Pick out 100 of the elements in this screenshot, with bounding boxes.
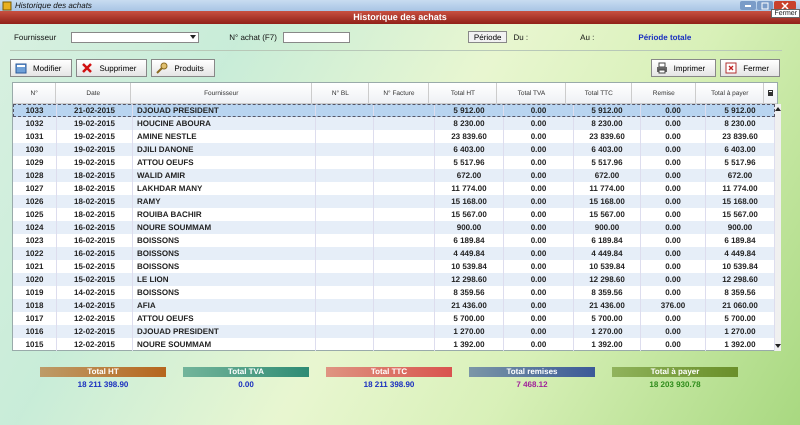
table-cell: 19-02-2015: [57, 117, 133, 130]
table-cell: LE LION: [133, 273, 316, 286]
table-cell: 16-02-2015: [57, 247, 133, 260]
table-row[interactable]: 1024 16-02-2015 NOURE SOUMMAM 900.00 0.00 900.00 0.00 900.00: [13, 221, 775, 234]
table-cell: 1022: [13, 247, 57, 260]
table-cell: 12 298.60: [435, 273, 504, 286]
table-cell: 0.00: [504, 169, 574, 182]
table-cell: 1016: [13, 325, 57, 338]
total-value: 18 203 930.78: [649, 380, 701, 389]
table-cell: 672.00: [435, 169, 504, 182]
table-cell: 21 436.00: [435, 299, 504, 312]
table-cell: 1030: [13, 143, 57, 156]
column-picker-icon: [767, 89, 774, 97]
supplier-label: Fournisseur: [14, 32, 56, 42]
table-cell: NOURE SOUMMAM: [133, 221, 316, 234]
table-row[interactable]: 1028 18-02-2015 WALID AMIR 672.00 0.00 672.00 0.00 672.00: [13, 169, 775, 182]
cross-icon: [725, 62, 738, 74]
table-cell: BOISSONS: [133, 247, 316, 260]
total-value: 7 468.12: [516, 380, 548, 389]
maximize-icon: [761, 2, 769, 10]
table-cell: 12-02-2015: [57, 338, 133, 351]
table-cell: 0.00: [504, 273, 574, 286]
table-cell: 0.00: [504, 221, 574, 234]
toolbar-button[interactable]: Fermer: [720, 59, 780, 77]
scroll-down-icon: [775, 344, 781, 348]
table-cell: 1 392.00: [435, 338, 504, 351]
table-cell: 900.00: [574, 221, 641, 234]
table-row[interactable]: 1016 12-02-2015 DJOUAD PRESIDENT 1 270.00 0.00 1 270.00 0.00 1 270.00: [13, 325, 775, 338]
toolbar-button[interactable]: Supprimer: [76, 59, 148, 77]
table-cell: 1015: [13, 338, 57, 351]
table-cell: 672.00: [574, 169, 641, 182]
toolbar-button[interactable]: Modifier: [10, 59, 72, 77]
table-row[interactable]: 1030 19-02-2015 DJILI DANONE 6 403.00 0.00 6 403.00 0.00 6 403.00: [13, 143, 775, 156]
table-cell: 8 230.00: [435, 117, 504, 130]
table-cell: HOUCINE ABOURA: [133, 117, 316, 130]
table-cell: 18-02-2015: [57, 169, 133, 182]
from-label: Du :: [513, 32, 528, 42]
table-cell: 0.00: [641, 117, 706, 130]
table-cell: 8 230.00: [574, 117, 641, 130]
dropdown-arrow-icon: [190, 35, 196, 39]
edit-icon: [15, 62, 27, 74]
total-value: 18 211 398.90: [364, 380, 414, 389]
minimize-icon: [745, 4, 751, 6]
table-cell: 1020: [13, 273, 57, 286]
table-cell: RAMY: [133, 195, 316, 208]
table-row[interactable]: 1026 18-02-2015 RAMY 15 168.00 0.00 15 168.00 0.00 15 168.00: [13, 195, 775, 208]
total-value: 0.00: [238, 380, 254, 389]
table-row[interactable]: 1018 14-02-2015 AFIA 21 436.00 0.00 21 436.00 376.00 21 060.00: [13, 299, 775, 312]
maximize-button[interactable]: [757, 1, 773, 10]
table-row[interactable]: 1022 16-02-2015 BOISSONS 4 449.84 0.00 4 449.84 0.00 4 449.84: [13, 247, 775, 260]
table-cell: 0.00: [504, 338, 574, 351]
table-cell: 0.00: [641, 195, 706, 208]
table-cell: 15-02-2015: [57, 273, 133, 286]
number-input-field[interactable]: [282, 32, 350, 42]
table-cell: WALID AMIR: [133, 169, 316, 182]
table-cell: 0.00: [504, 325, 574, 338]
table-cell: 0.00: [504, 143, 574, 156]
period-value: Période totale: [638, 32, 692, 42]
total-label: Total TTC: [326, 367, 452, 377]
table-row[interactable]: 1033 21-02-2015 DJOUAD PRESIDENT 5 912.00 0.00 5 912.00 0.00 5 912.00: [13, 104, 775, 117]
table-cell: 1032: [13, 117, 57, 130]
total-value: 18 211 398.90: [78, 380, 128, 389]
total-label: Total TVA: [183, 367, 309, 377]
table-cell: 14-02-2015: [57, 299, 133, 312]
table-cell: DJILI DANONE: [133, 143, 316, 156]
table-cell: 15 168.00: [435, 195, 504, 208]
table-cell: 4 449.84: [435, 247, 504, 260]
table-cell: 0.00: [504, 299, 574, 312]
toolbar-button[interactable]: Produits: [151, 59, 215, 77]
table-cell: 0.00: [504, 195, 574, 208]
table-cell: 1 270.00: [435, 325, 504, 338]
minimize-button[interactable]: [740, 1, 756, 10]
table-row[interactable]: 1015 12-02-2015 NOURE SOUMMAM 1 392.00 0.00 1 392.00 0.00 1 392.00: [13, 338, 775, 351]
table-cell: 19-02-2015: [57, 143, 133, 156]
table-cell: 15 168.00: [574, 195, 641, 208]
printer-icon: [656, 62, 668, 74]
total-label: Total HT: [40, 367, 166, 377]
table-cell: DJOUAD PRESIDENT: [133, 325, 316, 338]
table-cell: 16-02-2015: [57, 221, 133, 234]
total-label: Total remises: [469, 367, 595, 377]
table-cell: 0.00: [641, 143, 706, 156]
table-cell: NOURE SOUMMAM: [133, 338, 316, 351]
table-row[interactable]: 1032 19-02-2015 HOUCINE ABOURA 8 230.00 0.00 8 230.00 0.00 8 230.00: [13, 117, 775, 130]
scrollbar[interactable]: [775, 104, 781, 351]
number-label: N° achat (F7): [229, 32, 277, 42]
table-cell: 1018: [13, 299, 57, 312]
table-cell: 0.00: [504, 247, 574, 260]
toolbar-button[interactable]: Imprimer: [650, 59, 716, 77]
table-row[interactable]: 1020 15-02-2015 LE LION 12 298.60 0.00 12 298.60 0.00 12 298.60: [13, 273, 775, 286]
table-cell: 1 270.00: [574, 325, 641, 338]
table-cell: 1026: [13, 195, 57, 208]
table-cell: 12-02-2015: [57, 325, 133, 338]
supplier-dropdown[interactable]: [71, 32, 200, 42]
to-label: Au :: [580, 32, 594, 42]
delete-icon: [81, 62, 94, 74]
table-cell: 1 392.00: [574, 338, 641, 351]
table-cell: 0.00: [641, 247, 706, 260]
table-cell: 0.00: [641, 221, 706, 234]
period-button[interactable]: Période: [468, 31, 508, 43]
table-cell: 21 436.00: [574, 299, 641, 312]
